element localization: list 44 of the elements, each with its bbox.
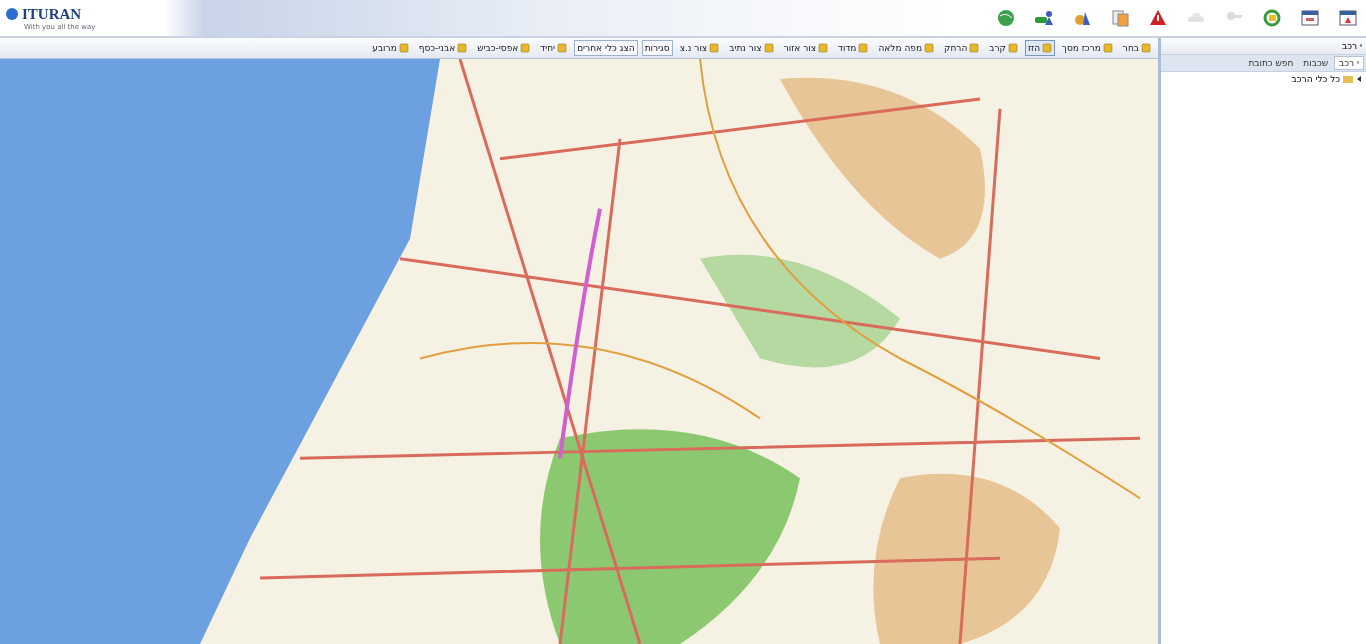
- calendar-icon[interactable]: [1300, 8, 1320, 28]
- toolbar-tool[interactable]: אפסי-כביש: [474, 40, 534, 56]
- toolbar-tool[interactable]: בחר: [1119, 40, 1154, 56]
- panel-tab[interactable]: י רכב: [1334, 56, 1364, 70]
- toolbar-tool[interactable]: מפה מלאה: [875, 40, 938, 56]
- expand-icon[interactable]: [1356, 76, 1362, 82]
- tool-icon: [818, 43, 829, 53]
- globe-icon[interactable]: [996, 8, 1016, 28]
- tool-icon: [520, 43, 531, 53]
- tool-icon: [1008, 43, 1018, 53]
- tool-icon: [924, 43, 935, 53]
- documents-icon[interactable]: [1110, 8, 1130, 28]
- warning-icon[interactable]: [1148, 8, 1168, 28]
- refresh-icon[interactable]: [1262, 8, 1282, 28]
- tool-icon: [1042, 43, 1053, 53]
- toolbar-tool[interactable]: צור נתיב: [726, 40, 777, 56]
- tool-icon: [858, 43, 869, 53]
- panel-title: י רכב: [1161, 38, 1366, 55]
- toolbar-tool[interactable]: הרחק: [941, 40, 983, 56]
- toolbar-tool[interactable]: מרובע: [369, 40, 412, 56]
- toolbar-tool[interactable]: יחיד: [537, 40, 571, 56]
- tool-icon: [457, 43, 468, 53]
- folder-icon: [1343, 74, 1353, 84]
- logo: ITURAN: [4, 5, 154, 23]
- toolbar-tool[interactable]: אבני-כסף: [415, 40, 471, 56]
- toolbar-tool[interactable]: הזז: [1025, 40, 1056, 56]
- tool-icon: [709, 43, 720, 53]
- tool-icon: [557, 43, 568, 53]
- panel-tab[interactable]: שכבות: [1299, 56, 1333, 70]
- tool-icon: [1141, 43, 1151, 53]
- toolbar-tool[interactable]: קרב: [986, 40, 1021, 56]
- toolbar-button[interactable]: סגירות: [641, 40, 673, 56]
- tool-icon: [398, 43, 409, 53]
- toolbar-tool[interactable]: מדוד: [835, 40, 872, 56]
- panel-tab[interactable]: חפש כתובת: [1244, 56, 1298, 70]
- calendar-alert-icon[interactable]: [1338, 8, 1358, 28]
- toolbar-tool[interactable]: צור אזור: [780, 40, 832, 56]
- toolbar-tool[interactable]: צור נ.צ: [676, 40, 723, 56]
- tool-icon: [763, 43, 774, 53]
- tool-icon: [969, 43, 980, 53]
- toolbar-tool[interactable]: מרכז מסך: [1059, 40, 1116, 56]
- tool-icon: [1102, 43, 1113, 53]
- tree-item[interactable]: כל כלי הרכב: [1291, 74, 1340, 84]
- toolbar-button[interactable]: הצג כלי אחרים: [574, 40, 638, 56]
